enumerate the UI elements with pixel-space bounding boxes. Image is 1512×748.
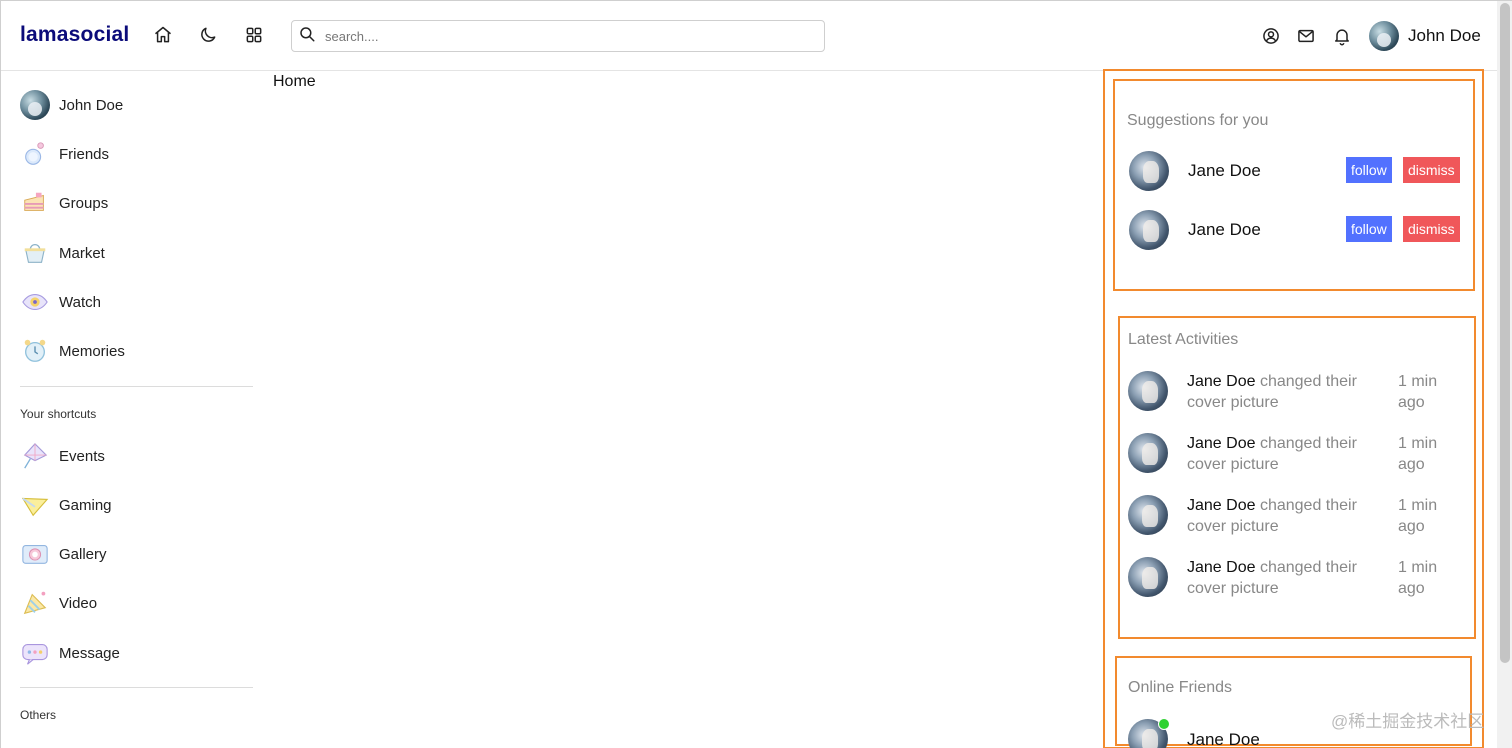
activity-time: 1 min ago <box>1398 435 1438 473</box>
sidebar-item-label: Message <box>59 644 120 662</box>
follow-button[interactable]: follow <box>1346 216 1392 242</box>
avatar[interactable] <box>1128 371 1168 411</box>
avatar[interactable] <box>1129 210 1169 250</box>
gallery-icon <box>20 539 50 569</box>
activity-text: Jane Doe changed their cover picture <box>1187 433 1387 475</box>
suggestion-name[interactable]: Jane Doe <box>1188 220 1261 240</box>
activity-user[interactable]: Jane Doe <box>1187 373 1256 390</box>
sidebar-item-gaming[interactable]: Gaming <box>20 490 112 520</box>
dismiss-button[interactable]: dismiss <box>1403 157 1460 183</box>
online-status-dot <box>1158 718 1170 730</box>
scrollbar-thumb[interactable] <box>1500 3 1510 663</box>
bell-icon[interactable] <box>1332 26 1352 46</box>
activity-time: 1 min ago <box>1398 559 1438 597</box>
suggestions-title: Suggestions for you <box>1127 112 1269 129</box>
sidebar-item-groups[interactable]: Groups <box>20 188 108 218</box>
search-bar <box>291 20 825 52</box>
activity-text: Jane Doe changed their cover picture <box>1187 371 1387 413</box>
sidebar-item-memories[interactable]: Memories <box>20 336 125 366</box>
sidebar-item-label: Groups <box>59 194 109 212</box>
sidebar-item-label: Friends <box>59 145 110 163</box>
avatar[interactable] <box>1128 495 1168 535</box>
sidebar-item-label: Video <box>59 594 98 612</box>
sidebar-divider <box>20 687 253 688</box>
activity-time: 1 min ago <box>1398 497 1438 535</box>
moon-icon[interactable] <box>198 25 218 45</box>
video-icon <box>20 588 50 618</box>
sidebar-item-gallery[interactable]: Gallery <box>20 539 107 569</box>
sidebar-divider <box>20 386 253 387</box>
page-title: Home <box>273 73 316 90</box>
avatar[interactable] <box>1128 433 1168 473</box>
online-friends-title: Online Friends <box>1128 679 1233 696</box>
sidebar-item-profile[interactable]: John Doe <box>20 90 123 120</box>
watch-icon <box>20 287 50 317</box>
avatar <box>1369 21 1399 51</box>
logo[interactable]: lamasocial <box>20 23 129 47</box>
watermark: @稀土掘金技术社区 <box>1331 712 1485 731</box>
user-name: John Doe <box>1408 26 1481 45</box>
activities-title: Latest Activities <box>1128 331 1239 348</box>
sidebar-item-label: Gaming <box>59 496 112 514</box>
friends-icon <box>20 139 50 169</box>
avatar[interactable] <box>1129 151 1169 191</box>
activity-text: Jane Doe changed their cover picture <box>1187 557 1387 599</box>
sidebar-item-label: Market <box>59 244 105 262</box>
home-icon[interactable] <box>153 25 173 45</box>
app-page: lamasocial John Doe <box>0 0 1512 748</box>
sidebar-item-label: John Doe <box>59 96 124 114</box>
market-icon <box>20 238 50 268</box>
search-input[interactable] <box>325 28 805 44</box>
memories-icon <box>20 336 50 366</box>
activity-user[interactable]: Jane Doe <box>1187 559 1256 576</box>
mail-icon[interactable] <box>1296 26 1316 46</box>
activity-text: Jane Doe changed their cover picture <box>1187 495 1387 537</box>
dismiss-button[interactable]: dismiss <box>1403 216 1460 242</box>
sidebar-item-message[interactable]: Message <box>20 638 120 668</box>
gaming-icon <box>20 490 50 520</box>
page-scrollbar[interactable] <box>1497 1 1512 748</box>
suggestion-name[interactable]: Jane Doe <box>1188 161 1261 181</box>
sidebar-item-label: Gallery <box>59 545 107 563</box>
sidebar-item-video[interactable]: Video <box>20 588 97 618</box>
activities-card: Latest Activities Jane Doe changed their… <box>1118 316 1476 639</box>
follow-button[interactable]: follow <box>1346 157 1392 183</box>
activity-user[interactable]: Jane Doe <box>1187 435 1256 452</box>
sidebar-item-label: Events <box>59 447 105 465</box>
suggestions-card: Suggestions for you Jane Doe follow dism… <box>1113 79 1475 291</box>
right-sidebar: Suggestions for you Jane Doe follow dism… <box>1103 69 1484 748</box>
shortcuts-title: Your shortcuts <box>20 407 97 421</box>
sidebar-item-label: Memories <box>59 342 125 360</box>
online-friends-card: Online Friends Jane Doe <box>1115 656 1472 748</box>
activity-time: 1 min ago <box>1398 373 1438 411</box>
sidebar-item-market[interactable]: Market <box>20 238 105 268</box>
left-sidebar: John Doe Friends Groups Market Watch Mem… <box>1 72 271 748</box>
sidebar-item-watch[interactable]: Watch <box>20 287 101 317</box>
activity-user[interactable]: Jane Doe <box>1187 497 1256 514</box>
sidebar-item-events[interactable]: Events <box>20 441 105 471</box>
message-icon <box>20 638 50 668</box>
grid-icon[interactable] <box>244 25 264 45</box>
user-circle-icon[interactable] <box>1261 26 1281 46</box>
top-navbar: lamasocial John Doe <box>1 1 1497 71</box>
avatar <box>20 90 50 120</box>
user-profile-chip[interactable]: John Doe <box>1369 21 1481 51</box>
online-friend-name[interactable]: Jane Doe <box>1187 730 1260 748</box>
events-icon <box>20 441 50 471</box>
search-icon <box>298 25 316 48</box>
sidebar-item-friends[interactable]: Friends <box>20 139 109 169</box>
groups-icon <box>20 188 50 218</box>
others-title: Others <box>20 708 57 722</box>
avatar[interactable] <box>1128 557 1168 597</box>
sidebar-item-label: Watch <box>59 293 101 311</box>
